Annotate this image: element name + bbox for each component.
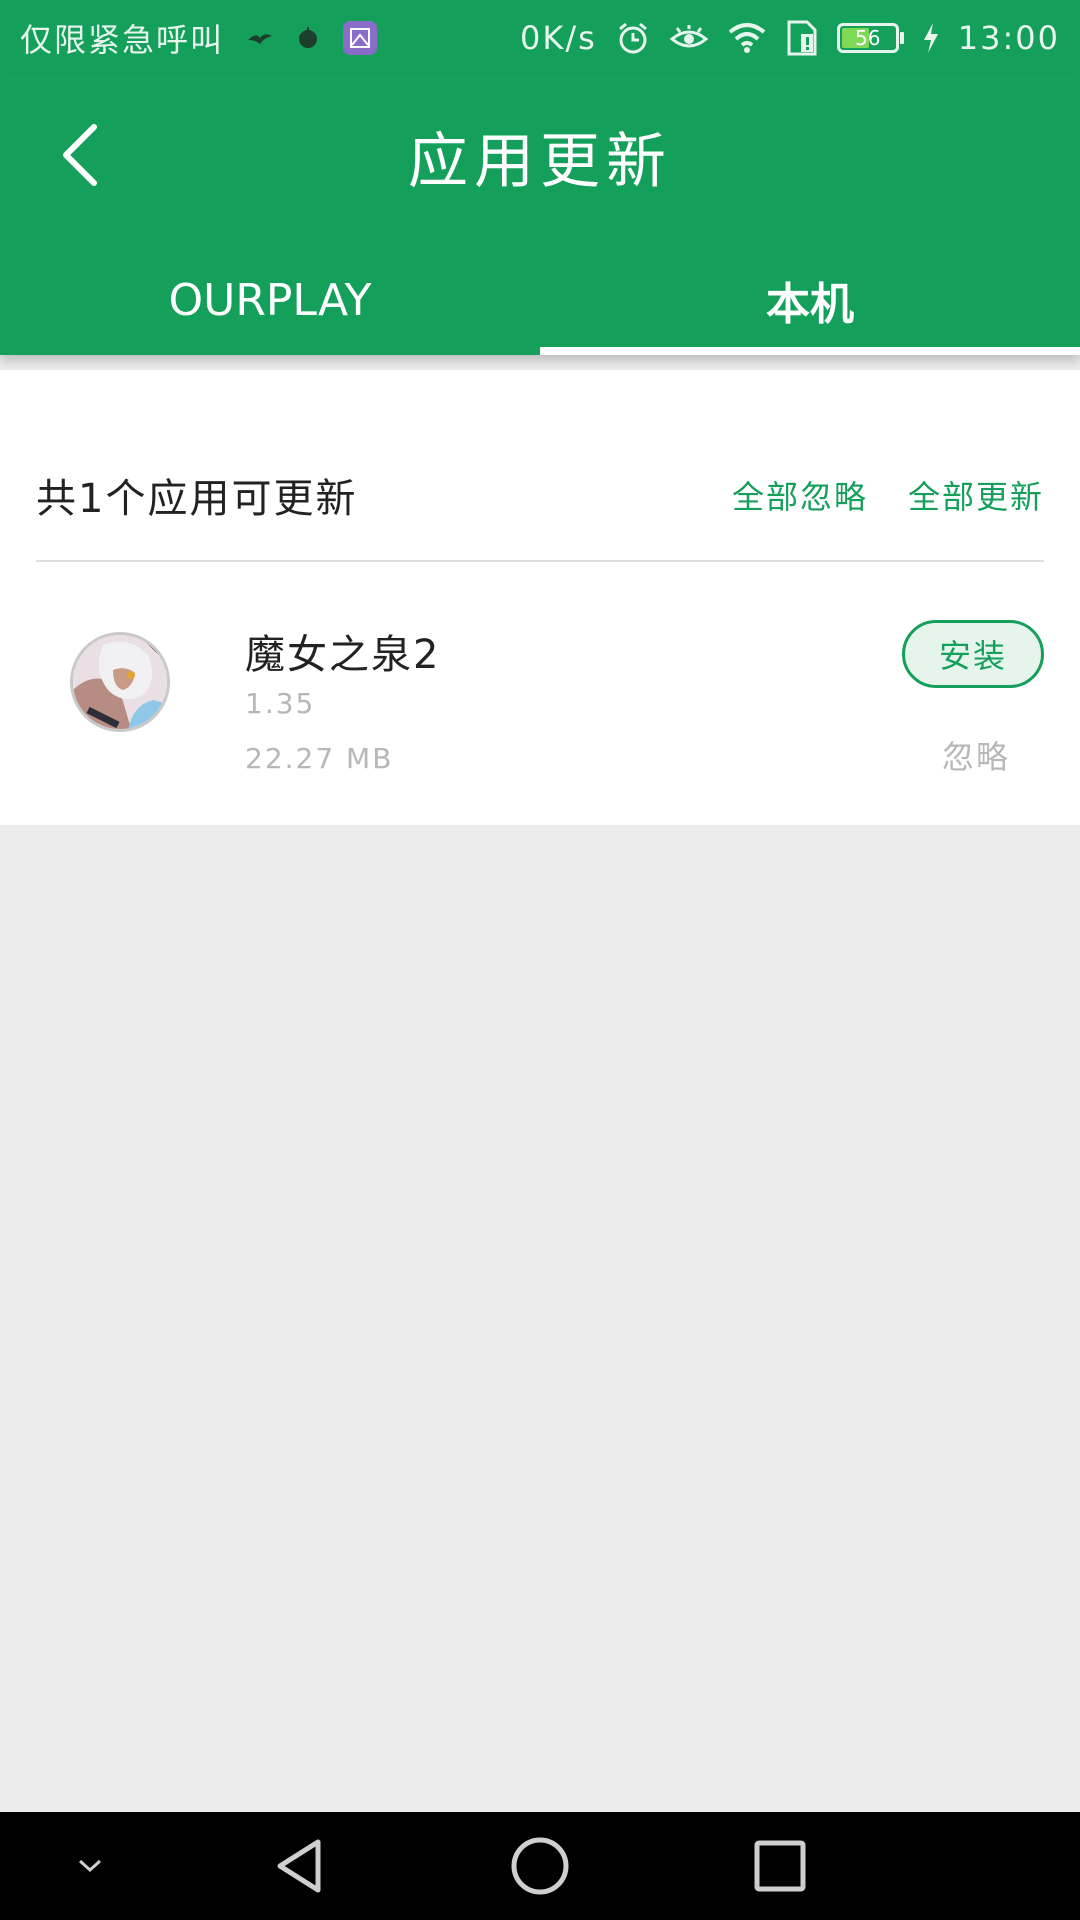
notification-bird-icon [246,28,274,48]
app-version: 1.35 [245,687,316,720]
recents-button[interactable] [720,1812,840,1920]
nav-back-button[interactable] [240,1812,360,1920]
update-all-button[interactable]: 全部更新 [908,472,1044,518]
eye-comfort-icon [669,23,709,53]
app-name: 魔女之泉2 [245,632,441,678]
tab-label: OURPLAY [168,274,372,326]
clock: 13:00 [957,18,1060,57]
back-triangle-icon [277,1839,321,1893]
status-bar: 仅限紧急呼叫 0K/s 56 13:00 [0,0,1080,75]
list-item: 魔女之泉2 1.35 22.27 MB 安装 忽略 [0,562,1080,825]
ignore-all-button[interactable]: 全部忽略 [732,472,868,518]
app-size: 22.27 MB [245,742,394,775]
tab-local[interactable]: 本机 [540,245,1080,355]
tab-bar: OURPLAY 本机 [0,245,1080,355]
home-circle-icon [511,1837,569,1895]
sim-alert-icon [785,20,819,56]
home-button[interactable] [480,1812,600,1920]
alarm-icon [615,20,651,56]
hide-nav-button[interactable] [30,1812,150,1920]
update-count-text: 共1个应用可更新 [36,476,358,522]
updates-panel: 共1个应用可更新 全部忽略 全部更新 魔女之泉2 1.35 22.27 MB 安… [0,370,1080,825]
tab-ourplay[interactable]: OURPLAY [0,245,540,355]
summary-row: 共1个应用可更新 全部忽略 全部更新 [36,465,1044,525]
chevron-down-icon [78,1859,102,1873]
battery-level: 56 [855,25,881,50]
gallery-app-icon [342,20,378,56]
recents-square-icon [754,1840,806,1892]
carrier-text: 仅限紧急呼叫 [20,20,225,59]
ignore-button[interactable]: 忽略 [942,732,1010,778]
charging-icon [922,22,940,54]
app-avatar-icon [70,632,170,732]
tab-indicator [540,347,1080,355]
system-nav-bar [0,1812,1080,1920]
net-speed: 0K/s [519,18,597,57]
wifi-icon [727,22,767,54]
install-button[interactable]: 安装 [902,620,1044,688]
notification-dot-icon [296,26,320,50]
page-title: 应用更新 [408,127,672,197]
battery-icon: 56 [836,22,904,53]
app-bar: 应用更新 OURPLAY 本机 [0,75,1080,355]
tab-label: 本机 [766,279,854,330]
